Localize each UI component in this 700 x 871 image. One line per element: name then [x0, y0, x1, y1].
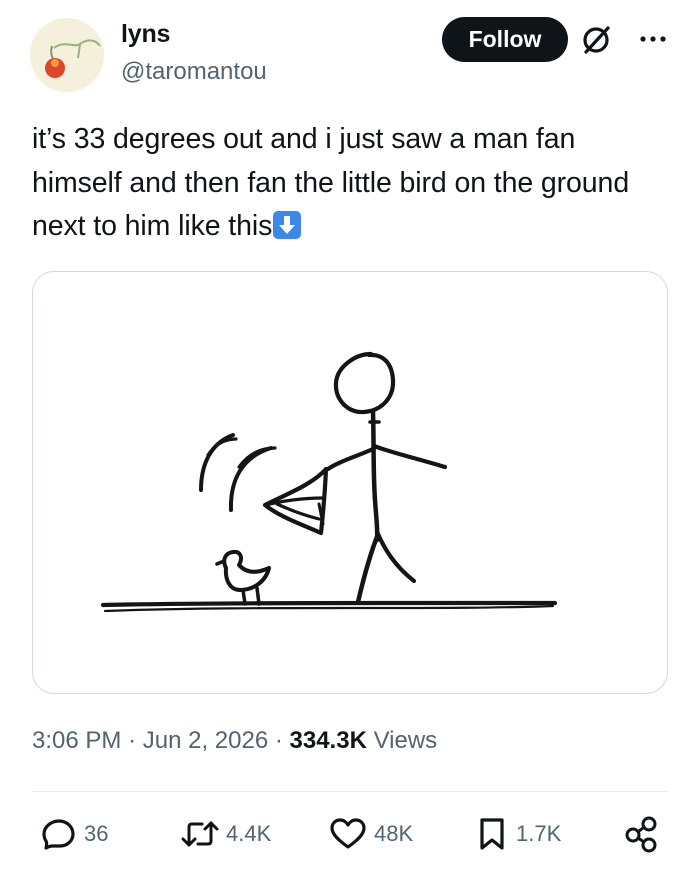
bookmark-icon	[474, 815, 510, 853]
like-button[interactable]: 48K	[328, 814, 413, 854]
motion-line	[228, 446, 273, 512]
tweet-time[interactable]: 3:06 PM	[32, 727, 121, 754]
avatar-image	[30, 18, 104, 92]
separator: ·	[274, 727, 283, 754]
views-label: Views	[373, 727, 438, 754]
more-dots-icon[interactable]	[638, 26, 668, 52]
bookmark-button[interactable]: 1.7K	[474, 814, 561, 854]
share-icon	[624, 815, 660, 853]
figure-body	[370, 409, 380, 543]
follow-button[interactable]: Follow	[442, 17, 568, 62]
reply-count: 36	[84, 821, 109, 846]
bookmark-count: 1.7K	[516, 821, 562, 846]
divider	[32, 791, 668, 792]
separator: ·	[128, 727, 137, 754]
avatar[interactable]	[30, 18, 104, 92]
username-handle[interactable]: @taromantou	[121, 58, 267, 86]
like-count: 48K	[374, 821, 414, 846]
figure-right-arm	[371, 443, 448, 470]
tweet-text: it’s 33 degrees out and i just saw a man…	[32, 118, 672, 249]
repost-button[interactable]: 4.4K	[180, 814, 271, 854]
heart-icon	[328, 815, 368, 853]
repost-icon	[180, 815, 220, 853]
figure-left-arm	[325, 446, 376, 472]
down-arrow-emoji	[273, 211, 302, 239]
figure-head	[333, 351, 396, 415]
share-button[interactable]	[624, 814, 660, 854]
tweet-date[interactable]: Jun 2, 2026	[143, 727, 268, 754]
ground-line	[100, 600, 558, 608]
display-name[interactable]: lyns	[121, 20, 170, 49]
tweet-body: it’s 33 degrees out and i just saw a man…	[32, 123, 630, 242]
views-count: 334.3K	[289, 727, 367, 754]
figure-right-leg	[375, 531, 417, 584]
figure-left-leg	[355, 531, 381, 605]
reply-icon	[40, 815, 78, 853]
tweet-meta: 3:06 PM · Jun 2, 2026 · 334.3K Views	[32, 727, 437, 755]
stick-figure-drawing	[100, 351, 558, 613]
bird	[222, 549, 271, 592]
reply-button[interactable]: 36	[40, 814, 108, 854]
media-image[interactable]	[32, 271, 668, 694]
grok-icon[interactable]	[579, 21, 615, 57]
repost-count: 4.4K	[226, 821, 272, 846]
